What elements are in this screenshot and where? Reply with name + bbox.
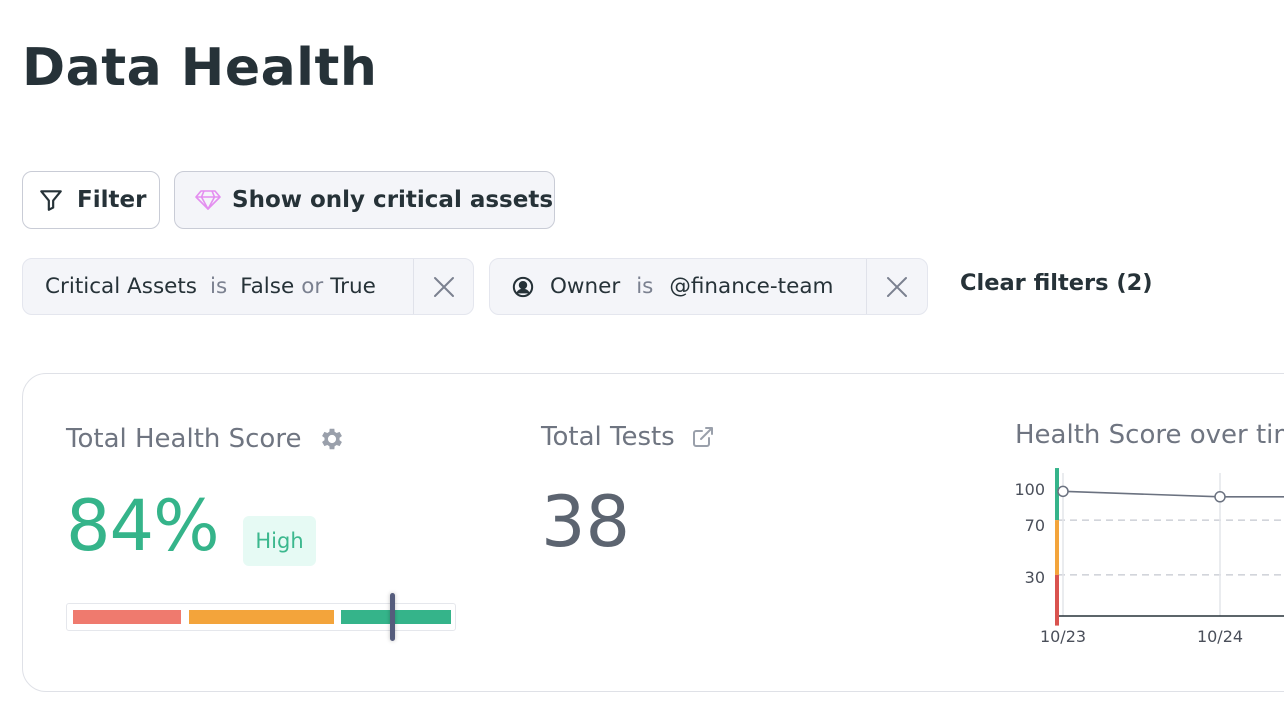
- filter-operator: is: [636, 274, 654, 299]
- score-bar-medium-segment: [189, 610, 334, 624]
- page: Data Health Filter Show only critical as…: [0, 0, 1284, 722]
- health-score-chart: 100 70 30 10/23 10/24: [1014, 468, 1284, 646]
- y-tick-label: 70: [1025, 516, 1045, 535]
- gear-icon[interactable]: [318, 425, 346, 453]
- filter-value: False: [240, 274, 295, 299]
- data-point: [1214, 491, 1226, 503]
- x-tick-label: 10/23: [1040, 627, 1086, 646]
- score-bar-low-segment: [73, 610, 181, 624]
- filter-field: Critical Assets: [45, 274, 198, 299]
- filter-chip-critical-assets[interactable]: Critical Assets is False or True: [22, 258, 474, 315]
- filter-operator: is: [210, 274, 228, 299]
- remove-filter-button[interactable]: [866, 259, 927, 314]
- health-score-over-time-label: Health Score over time: [1015, 420, 1284, 450]
- filter-field: Owner: [550, 274, 621, 299]
- score-bar-high-segment: [341, 610, 451, 624]
- total-tests-label: Total Tests: [541, 422, 715, 452]
- series-line: [1062, 490, 1284, 498]
- y-tick-label: 100: [1014, 480, 1045, 499]
- filter-value: @finance-team: [669, 274, 834, 299]
- filter-joiner: or: [301, 274, 324, 299]
- diamond-icon: [195, 189, 221, 211]
- y-axis-medium-band: [1055, 520, 1059, 575]
- score-marker: [390, 593, 396, 641]
- remove-filter-button[interactable]: [413, 259, 473, 314]
- filter-value: True: [330, 274, 376, 299]
- clear-filters-button[interactable]: Clear filters (2): [960, 270, 1153, 296]
- filter-button-label: Filter: [77, 187, 147, 213]
- health-score-bar: [66, 593, 456, 641]
- total-tests-value: 38: [541, 481, 631, 563]
- filter-button[interactable]: Filter: [22, 171, 160, 229]
- page-title: Data Health: [22, 38, 378, 98]
- total-health-score-title: Total Health Score: [66, 424, 302, 454]
- data-point: [1057, 485, 1069, 498]
- close-icon: [887, 276, 907, 297]
- y-tick-label: 30: [1025, 568, 1045, 587]
- user-circle-icon: [512, 276, 534, 298]
- health-score-value: 84%: [66, 485, 220, 567]
- critical-assets-label: Show only critical assets: [232, 187, 554, 213]
- external-link-icon[interactable]: [691, 425, 715, 449]
- total-health-score-label: Total Health Score: [66, 424, 346, 454]
- total-tests-title: Total Tests: [541, 422, 675, 452]
- close-icon: [433, 276, 454, 297]
- x-tick-label: 10/24: [1197, 627, 1243, 646]
- y-axis-low-band: [1055, 574, 1059, 626]
- funnel-icon: [38, 187, 64, 213]
- critical-assets-toggle[interactable]: Show only critical assets: [174, 171, 555, 229]
- health-level-badge: High: [243, 516, 316, 566]
- filter-chip-owner[interactable]: Owner is @finance-team: [489, 258, 928, 315]
